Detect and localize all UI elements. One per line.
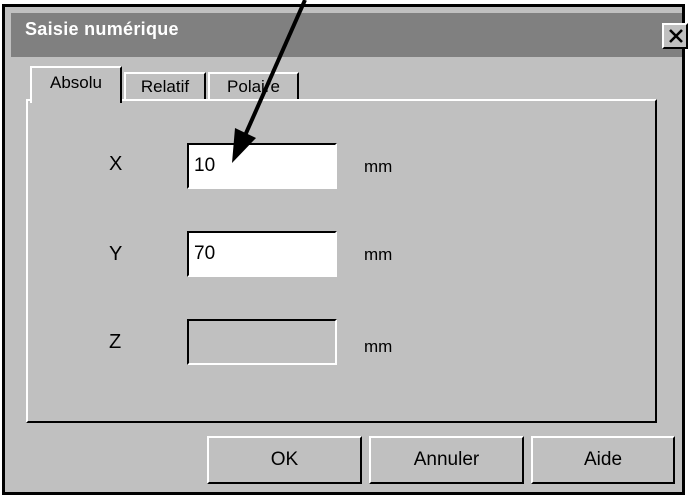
tab-polaire-label: Polaire bbox=[227, 77, 280, 96]
z-label: Z bbox=[109, 331, 122, 353]
z-unit: mm bbox=[364, 337, 393, 356]
tab-polaire[interactable]: Polaire bbox=[208, 72, 299, 102]
x-field[interactable] bbox=[187, 143, 337, 189]
x-label: X bbox=[109, 153, 123, 175]
ok-button[interactable]: OK bbox=[207, 436, 362, 484]
z-field bbox=[187, 319, 337, 365]
tab-absolu-label: Absolu bbox=[50, 73, 102, 92]
title-bar[interactable]: Saisie numérique bbox=[11, 13, 688, 57]
tab-absolu[interactable]: Absolu bbox=[30, 66, 122, 103]
window-title: Saisie numérique bbox=[25, 19, 179, 39]
tab-relatif-label: Relatif bbox=[140, 77, 190, 96]
close-icon bbox=[669, 29, 683, 43]
help-button[interactable]: Aide bbox=[531, 436, 675, 484]
cancel-button[interactable]: Annuler bbox=[369, 436, 524, 484]
y-label: Y bbox=[109, 243, 123, 265]
close-button[interactable] bbox=[662, 23, 688, 49]
tab-relatif[interactable]: Relatif bbox=[124, 72, 206, 102]
y-field[interactable] bbox=[187, 231, 337, 277]
y-unit: mm bbox=[364, 245, 393, 264]
x-unit: mm bbox=[364, 157, 393, 176]
